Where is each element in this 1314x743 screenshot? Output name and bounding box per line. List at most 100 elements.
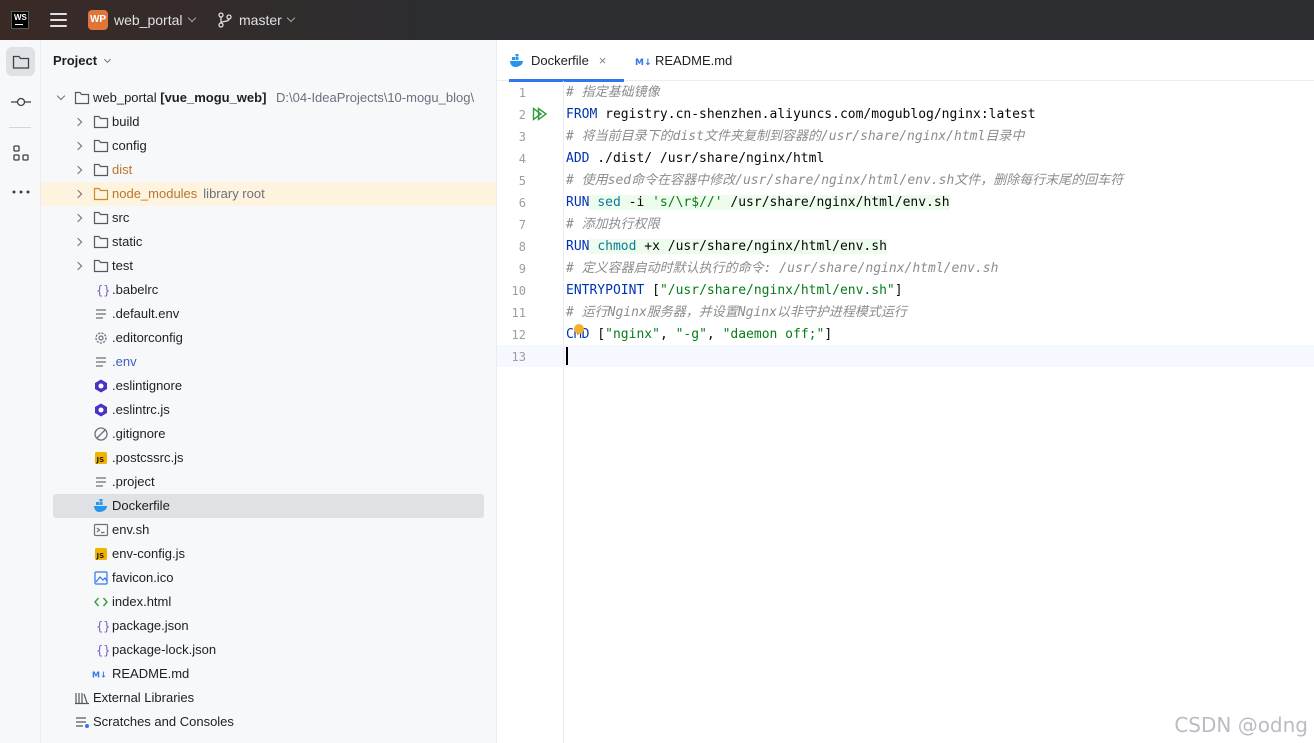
- structure-tool-button[interactable]: [6, 138, 35, 167]
- code-text: /usr/share/nginx/html/env.sh: [722, 195, 950, 210]
- comment: # 使用sed命令在容器中修改/usr/share/nginx/html/env…: [566, 173, 1124, 188]
- tree-file[interactable]: .eslintignore: [41, 374, 496, 398]
- folder-icon: [74, 91, 90, 105]
- project-panel: Project web_portal [vue_mogu_web] D:\04-…: [41, 40, 497, 743]
- tab-dockerfile[interactable]: Dockerfile ×: [509, 40, 624, 82]
- chevron-down-icon[interactable]: [286, 13, 296, 23]
- tree-folder[interactable]: build: [41, 110, 496, 134]
- root-module: [vue_mogu_web]: [160, 90, 267, 105]
- expand-arrow-icon[interactable]: [73, 165, 83, 175]
- tree-file[interactable]: JS env-config.js: [41, 542, 496, 566]
- folder-label: test: [112, 258, 133, 273]
- tree-file[interactable]: .env: [41, 350, 496, 374]
- webstorm-logo-icon[interactable]: WS: [11, 11, 29, 29]
- expand-arrow-icon[interactable]: [73, 237, 83, 247]
- expand-arrow-icon[interactable]: [73, 213, 83, 223]
- tab-label: Dockerfile: [531, 53, 589, 68]
- expand-arrow-icon[interactable]: [73, 117, 83, 127]
- more-tools-button[interactable]: [6, 177, 35, 206]
- folder-label: build: [112, 114, 140, 129]
- code-text: [: [589, 327, 606, 342]
- code-line[interactable]: FROM registry.cn-shenzhen.aliyuncs.com/m…: [566, 104, 1036, 126]
- tree-file[interactable]: .editorconfig: [41, 326, 496, 350]
- svg-text:JS: JS: [96, 456, 105, 464]
- expand-arrow-icon[interactable]: [73, 261, 83, 271]
- tree-folder[interactable]: config: [41, 134, 496, 158]
- tree-file[interactable]: .eslintrc.js: [41, 398, 496, 422]
- file-label: env-config.js: [112, 546, 185, 561]
- tree-file[interactable]: {} .babelrc: [41, 278, 496, 302]
- shell-command: sed: [597, 195, 621, 210]
- expand-arrow-icon[interactable]: [73, 141, 83, 151]
- external-libraries[interactable]: External Libraries: [41, 686, 496, 710]
- tree-file-selected[interactable]: Dockerfile: [41, 494, 496, 518]
- chevron-down-icon[interactable]: [103, 55, 112, 64]
- tree-folder[interactable]: dist: [41, 158, 496, 182]
- tree-file[interactable]: M↓ README.md: [41, 662, 496, 686]
- code-line[interactable]: # 添加执行权限: [566, 214, 660, 236]
- close-icon[interactable]: ×: [599, 53, 607, 68]
- code-line[interactable]: # 使用sed命令在容器中修改/usr/share/nginx/html/env…: [566, 170, 1123, 192]
- library-root-note: library root: [203, 186, 265, 201]
- eslint-icon: [95, 403, 107, 417]
- tree-folder[interactable]: node_modules library root: [41, 182, 496, 206]
- string: "/usr/share/nginx/html/env.sh": [659, 283, 895, 298]
- code-text: registry.cn-shenzhen.aliyuncs.com/mogubl…: [597, 107, 1036, 122]
- tab-readme[interactable]: M↓ README.md: [635, 40, 732, 81]
- tree-folder[interactable]: static: [41, 230, 496, 254]
- tree-folder[interactable]: src: [41, 206, 496, 230]
- scratches-label: Scratches and Consoles: [93, 714, 234, 729]
- code-line[interactable]: ENTRYPOINT ["/usr/share/nginx/html/env.s…: [566, 280, 903, 302]
- tree-file[interactable]: JS .postcssrc.js: [41, 446, 496, 470]
- expand-arrow-icon[interactable]: [56, 91, 66, 101]
- tree-file[interactable]: favicon.ico: [41, 566, 496, 590]
- commit-tool-button[interactable]: [6, 87, 35, 116]
- tree-file[interactable]: {} package-lock.json: [41, 638, 496, 662]
- line-number: 5: [518, 174, 526, 188]
- text-file-icon: [96, 477, 106, 487]
- code-line[interactable]: RUN sed -i 's/\r$//' /usr/share/nginx/ht…: [566, 192, 950, 214]
- tree-file[interactable]: index.html: [41, 590, 496, 614]
- svg-text:{}: {}: [96, 284, 109, 298]
- code-line[interactable]: # 定义容器启动时默认执行的命令: /usr/share/nginx/html/…: [566, 258, 998, 280]
- code-line[interactable]: ADD ./dist/ /usr/share/nginx/html: [566, 148, 824, 170]
- tree-file[interactable]: env.sh: [41, 518, 496, 542]
- scratches-and-consoles[interactable]: Scratches and Consoles: [41, 710, 496, 734]
- text-file-icon: [96, 309, 106, 319]
- code-text: [: [644, 283, 660, 298]
- tree-file[interactable]: .default.env: [41, 302, 496, 326]
- code-line[interactable]: # 将当前目录下的dist文件夹复制到容器的/usr/share/nginx/h…: [566, 126, 1024, 148]
- folder-icon: [93, 259, 109, 273]
- tree-file[interactable]: .project: [41, 470, 496, 494]
- expand-arrow-icon[interactable]: [73, 189, 83, 199]
- image-file-icon: [94, 571, 108, 585]
- code-text: -i: [620, 195, 653, 210]
- intention-bulb-icon[interactable]: [574, 324, 584, 334]
- comment: # 定义容器启动时默认执行的命令: /usr/share/nginx/html/…: [566, 261, 999, 276]
- code-line[interactable]: # 指定基础镜像: [566, 82, 660, 104]
- string: "nginx": [605, 327, 660, 342]
- scratches-icon: [76, 717, 89, 728]
- folder-icon: [93, 211, 109, 225]
- main-menu-icon[interactable]: [50, 13, 67, 27]
- project-tool-button[interactable]: [6, 47, 35, 76]
- code-line[interactable]: CMD ["nginx", "-g", "daemon off;"]: [566, 324, 832, 346]
- docker-icon: [94, 499, 107, 512]
- project-name[interactable]: web_portal: [114, 12, 183, 28]
- code-line[interactable]: # 运行Nginx服务器，并设置Nginx以非守护进程模式运行: [566, 302, 907, 324]
- code-line[interactable]: RUN chmod +x /usr/share/nginx/html/env.s…: [566, 236, 887, 258]
- js-file-icon: JS: [95, 452, 107, 464]
- branch-name[interactable]: master: [239, 12, 282, 28]
- folder-label: config: [112, 138, 147, 153]
- tool-window-strip: [0, 40, 41, 743]
- tree-root[interactable]: web_portal [vue_mogu_web] D:\04-IdeaProj…: [41, 86, 496, 110]
- tree-file[interactable]: {} package.json: [41, 614, 496, 638]
- shell-command: chmod: [597, 239, 637, 254]
- tree-file[interactable]: .gitignore: [41, 422, 496, 446]
- git-branch-icon[interactable]: [218, 12, 232, 28]
- run-gutter-icon[interactable]: [532, 107, 548, 121]
- tree-folder[interactable]: test: [41, 254, 496, 278]
- panel-title[interactable]: Project: [53, 53, 97, 68]
- project-badge[interactable]: WP: [88, 10, 108, 30]
- chevron-down-icon[interactable]: [187, 13, 197, 23]
